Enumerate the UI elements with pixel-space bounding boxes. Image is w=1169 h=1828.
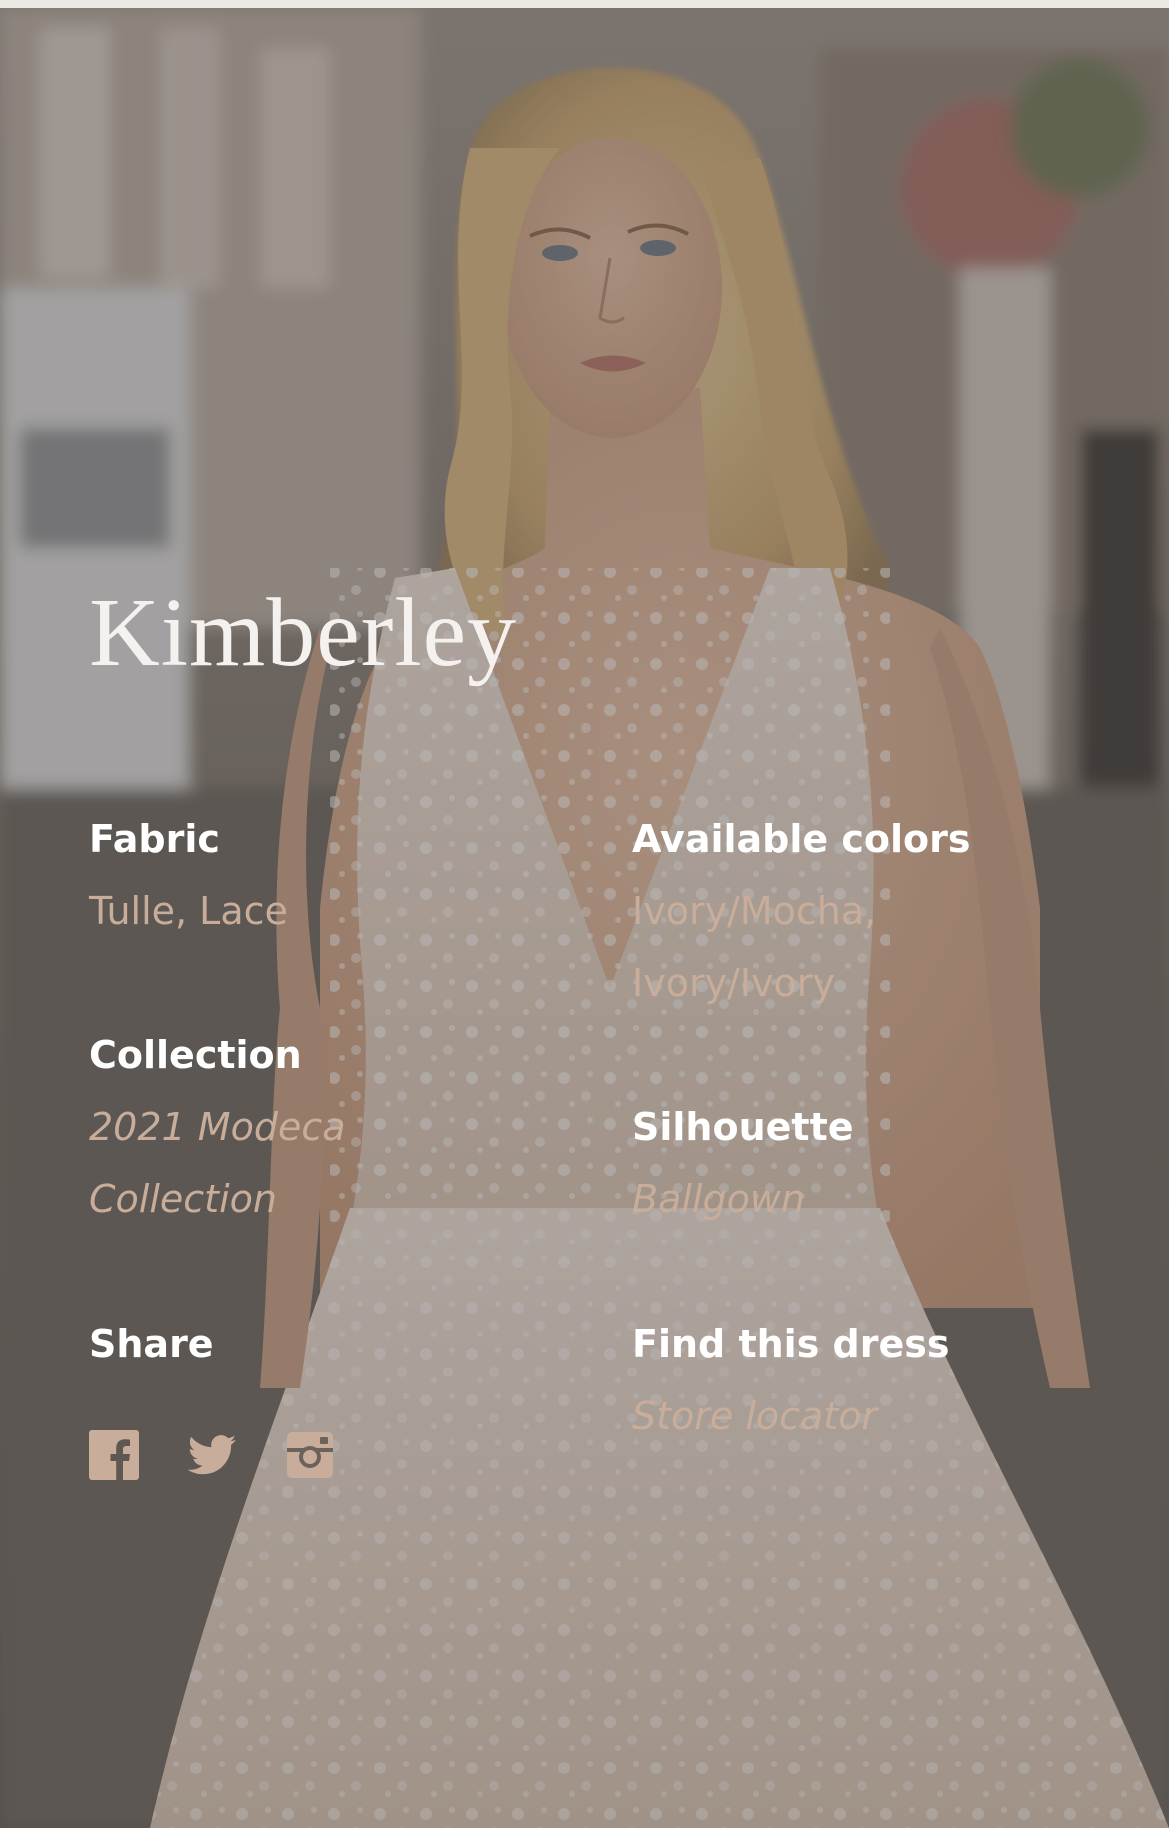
facebook-icon[interactable] — [89, 1430, 139, 1480]
silhouette-label: Silhouette — [632, 1105, 854, 1149]
available-colors-line: Ivory/Mocha, — [632, 889, 877, 933]
fabric-label: Fabric — [89, 817, 220, 861]
instagram-icon[interactable] — [285, 1430, 335, 1480]
available-colors-line: Ivory/Ivory — [632, 961, 835, 1005]
dress-title: Kimberley — [89, 579, 518, 687]
available-colors-value: Ivory/Mocha, Ivory/Ivory — [632, 875, 971, 1019]
top-strip — [0, 0, 1169, 8]
fabric-value: Tulle, Lace — [89, 889, 288, 933]
silhouette-value: Ballgown — [632, 1177, 806, 1221]
available-colors-field: Available colors Ivory/Mocha, Ivory/Ivor… — [632, 803, 971, 1019]
collection-value: 2021 Modeca Collection — [89, 1091, 346, 1235]
twitter-icon[interactable] — [187, 1430, 237, 1480]
collection-line: Collection — [89, 1177, 277, 1221]
collection-field: Collection 2021 Modeca Collection — [89, 1019, 346, 1235]
available-colors-label: Available colors — [632, 817, 971, 861]
share-field: Share — [89, 1308, 214, 1380]
find-dress-field: Find this dress Store locator — [632, 1308, 950, 1452]
find-dress-label: Find this dress — [632, 1322, 950, 1366]
collection-line: 2021 Modeca — [89, 1105, 346, 1149]
collection-label: Collection — [89, 1033, 302, 1077]
store-locator-link[interactable]: Store locator — [632, 1380, 950, 1452]
silhouette-field: Silhouette Ballgown — [632, 1091, 854, 1235]
share-label: Share — [89, 1322, 214, 1366]
fabric-field: Fabric Tulle, Lace — [89, 803, 288, 947]
social-icons — [89, 1430, 335, 1480]
